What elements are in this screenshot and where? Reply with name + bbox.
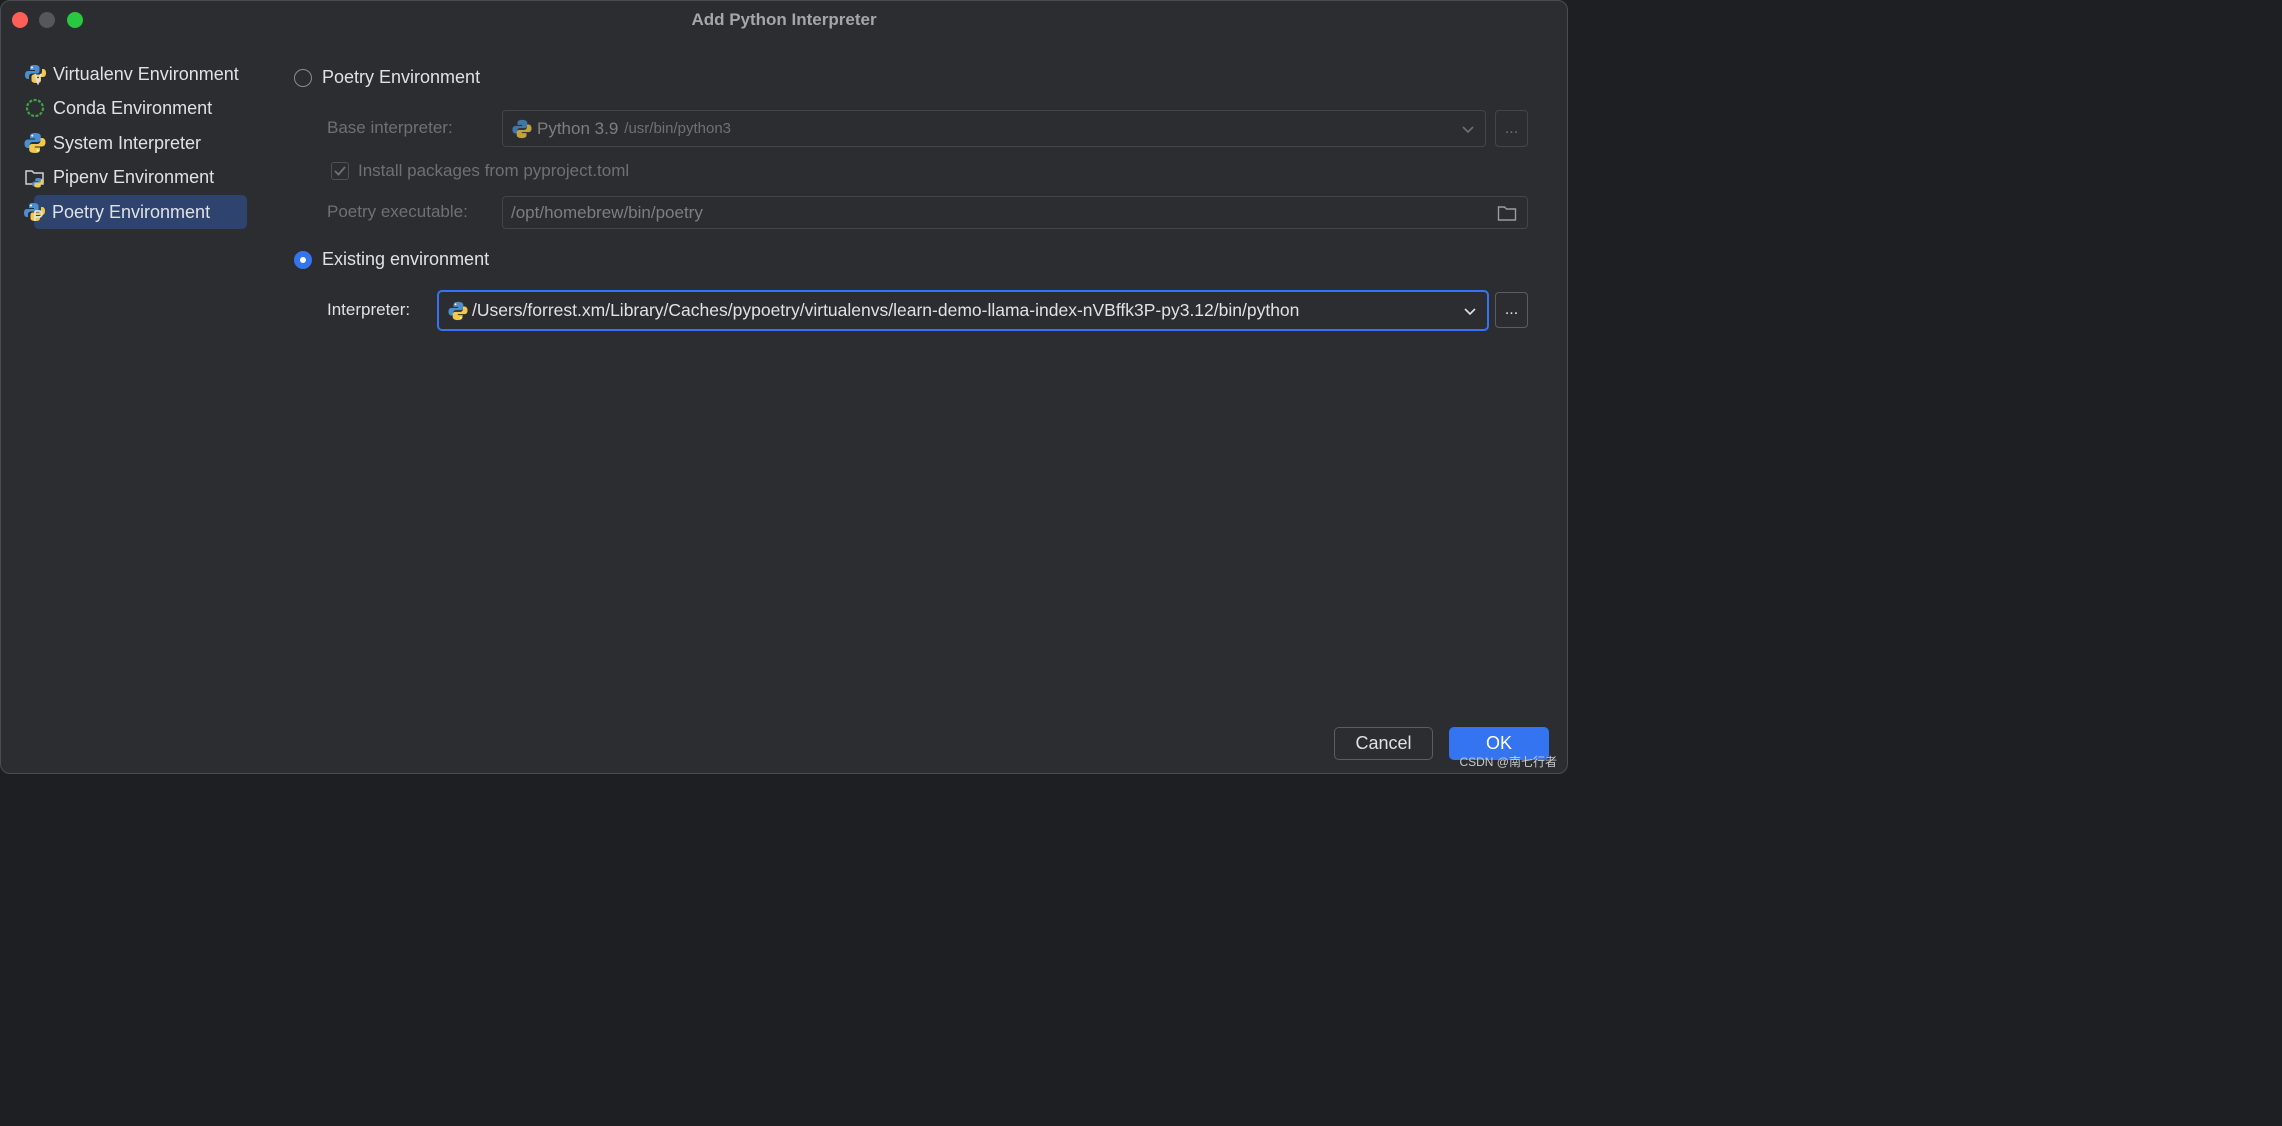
poetry-executable-label: Poetry executable: — [327, 202, 468, 221]
sidebar-item-poetry[interactable]: Poetry Environment — [24, 195, 247, 229]
sidebar-item-label: Poetry Environment — [52, 201, 211, 222]
sidebar-item-virtualenv[interactable]: Virtualenv Environment — [21, 57, 247, 91]
install-packages-checkbox[interactable] — [331, 162, 349, 180]
interpreter-path: /Users/forrest.xm/Library/Caches/pypoetr… — [472, 300, 1300, 320]
interpreter-select[interactable]: /Users/forrest.xm/Library/Caches/pypoetr… — [437, 290, 1489, 331]
pipenv-folder-icon — [24, 166, 46, 188]
poetry-executable-field[interactable]: /opt/homebrew/bin/poetry — [502, 196, 1528, 229]
dialog-window: Add Python Interpreter Virtualenv Enviro… — [0, 0, 1568, 774]
install-packages-label: Install packages from pyproject.toml — [358, 161, 630, 180]
poetry-icon — [23, 201, 45, 223]
python-icon — [24, 132, 46, 154]
python-icon — [448, 301, 468, 321]
install-packages-checkbox-row[interactable]: Install packages from pyproject.toml — [331, 161, 629, 181]
sidebar-item-pipenv[interactable]: Pipenv Environment — [21, 160, 247, 194]
existing-environment-radio[interactable]: Existing environment — [294, 249, 489, 270]
dialog-title: Add Python Interpreter — [691, 10, 877, 29]
chevron-down-icon[interactable] — [1463, 305, 1477, 323]
cancel-button[interactable]: Cancel — [1334, 727, 1433, 760]
interpreter-label: Interpreter: — [327, 300, 411, 319]
sidebar-item-label: Pipenv Environment — [53, 166, 215, 187]
chevron-down-icon — [1461, 123, 1475, 141]
base-interpreter-browse-button[interactable]: ... — [1495, 110, 1528, 147]
poetry-environment-radio[interactable]: Poetry Environment — [294, 67, 480, 88]
base-interpreter-select[interactable]: Python 3.9 /usr/bin/python3 — [502, 110, 1486, 147]
sidebar-item-label: Virtualenv Environment — [53, 63, 239, 84]
base-interpreter-name: Python 3.9 — [537, 118, 619, 138]
radio-label: Poetry Environment — [322, 67, 481, 87]
base-interpreter-path: /usr/bin/python3 — [624, 120, 732, 137]
radio-button[interactable] — [294, 68, 312, 87]
watermark-text: CSDN @南七行者 — [1459, 755, 1557, 769]
radio-button[interactable] — [294, 250, 312, 269]
title-bar: Add Python Interpreter — [1, 1, 1567, 39]
virtualenv-icon — [24, 63, 46, 85]
sidebar-item-label: System Interpreter — [53, 132, 202, 153]
interpreter-browse-button[interactable]: ... — [1495, 292, 1528, 328]
sidebar-item-system-interpreter[interactable]: System Interpreter — [21, 126, 247, 160]
python-icon — [512, 119, 532, 139]
base-interpreter-label: Base interpreter: — [327, 118, 453, 137]
folder-icon[interactable] — [1497, 204, 1517, 227]
sidebar-item-label: Conda Environment — [53, 97, 213, 118]
radio-label: Existing environment — [322, 249, 490, 269]
poetry-executable-value: /opt/homebrew/bin/poetry — [511, 202, 703, 222]
sidebar-item-conda[interactable]: Conda Environment — [21, 91, 247, 125]
conda-icon — [24, 97, 46, 119]
